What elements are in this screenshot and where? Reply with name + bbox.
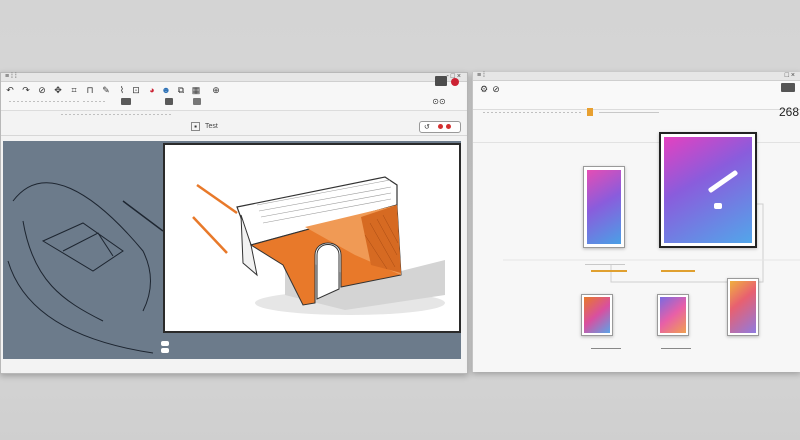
slider-icon <box>707 169 739 194</box>
divider <box>585 264 625 265</box>
record-icon[interactable] <box>451 78 459 86</box>
palette-icon[interactable]: ☻ <box>161 85 171 95</box>
layer-swatch[interactable] <box>193 98 201 105</box>
3d-shape-drawing <box>192 176 445 315</box>
layers-icon[interactable]: ⧉ <box>176 85 186 95</box>
background-sketch <box>7 182 163 354</box>
artboard[interactable] <box>163 143 461 333</box>
editor-window: ≡ ⁞ ⁞ - □ × ↶ ↷ ⊘ ✥ ⌗ ⊓ ✎ ⌇ ⊡ ◕ ☻ ⧉ ▦ ⊕ … <box>0 72 468 374</box>
dot-icon <box>714 203 722 209</box>
settings-icon[interactable]: ⚙ <box>479 84 489 94</box>
thumbnail-1[interactable] <box>581 294 613 336</box>
card-image <box>664 137 752 243</box>
move-icon[interactable]: ✥ <box>53 85 63 95</box>
divider <box>599 112 659 113</box>
stroke-swatch[interactable] <box>165 98 173 105</box>
tile-label-bar <box>661 270 695 272</box>
panel-icon[interactable] <box>435 76 447 86</box>
brush-icon[interactable]: ⌇ <box>117 85 127 95</box>
tile-label-bar <box>591 270 627 272</box>
preview-window: ≡ ⁞ □ × ⚙ ⊘ 268 <box>472 72 800 372</box>
panel-icon[interactable] <box>781 83 795 92</box>
tab-dashes <box>61 114 171 115</box>
caption-line <box>591 348 621 349</box>
card-image <box>587 170 621 244</box>
editor-titlebar: ≡ ⁞ ⁞ - □ × <box>1 73 467 82</box>
mode-switch[interactable]: ↺ <box>419 121 461 133</box>
thumbnail-2[interactable] <box>657 294 689 336</box>
preview-titlebar: ≡ ⁞ □ × <box>473 72 800 81</box>
editor-toolbar: ↶ ↷ ⊘ ✥ ⌗ ⊓ ✎ ⌇ ⊡ ◕ ☻ ⧉ ▦ ⊕ ⊙⊙ <box>1 76 467 111</box>
handle-icon[interactable] <box>161 341 169 346</box>
select-icon[interactable]: ⊓ <box>85 85 95 95</box>
bookmark-icon[interactable] <box>587 108 593 116</box>
preview-card-large[interactable] <box>659 132 757 248</box>
thumbnail-3[interactable] <box>727 278 759 336</box>
crop-icon[interactable]: ⌗ <box>69 85 79 95</box>
caption-line <box>661 348 691 349</box>
eraser-icon[interactable]: ⊡ <box>131 85 141 95</box>
link-icon[interactable]: ⊘ <box>37 85 47 95</box>
fill-swatch[interactable] <box>121 98 131 105</box>
link-icon[interactable]: ⊘ <box>491 84 501 94</box>
menu-icon[interactable]: ≡ ⁞ <box>477 72 485 79</box>
zoom-icon[interactable]: ⊕ <box>211 85 221 95</box>
ruler-dashes <box>83 101 107 102</box>
pen-icon[interactable]: ✎ <box>101 85 111 95</box>
preview-card-small[interactable] <box>583 166 625 248</box>
forward-icon[interactable]: ↷ <box>21 85 31 95</box>
grid-icon[interactable]: ▦ <box>191 85 201 95</box>
tab-dashes <box>483 112 583 113</box>
counter: 268 <box>778 105 799 119</box>
doc-icon[interactable]: ▪ <box>191 122 200 131</box>
color-icon[interactable]: ◕ <box>147 85 157 95</box>
menu-icon[interactable]: ≡ ⁞ ⁞ <box>5 73 17 80</box>
editor-subbar: ▪ Test ↺ <box>1 111 467 136</box>
doc-label: Test <box>205 123 218 130</box>
preview-toolbar: ⚙ ⊘ <box>473 81 800 110</box>
ruler-dashes <box>9 101 79 102</box>
view-toggle-icon[interactable]: ⊙⊙ <box>427 97 451 107</box>
handle-icon[interactable] <box>161 348 169 353</box>
window-controls[interactable]: □ × <box>785 72 795 79</box>
back-icon[interactable]: ↶ <box>5 85 15 95</box>
